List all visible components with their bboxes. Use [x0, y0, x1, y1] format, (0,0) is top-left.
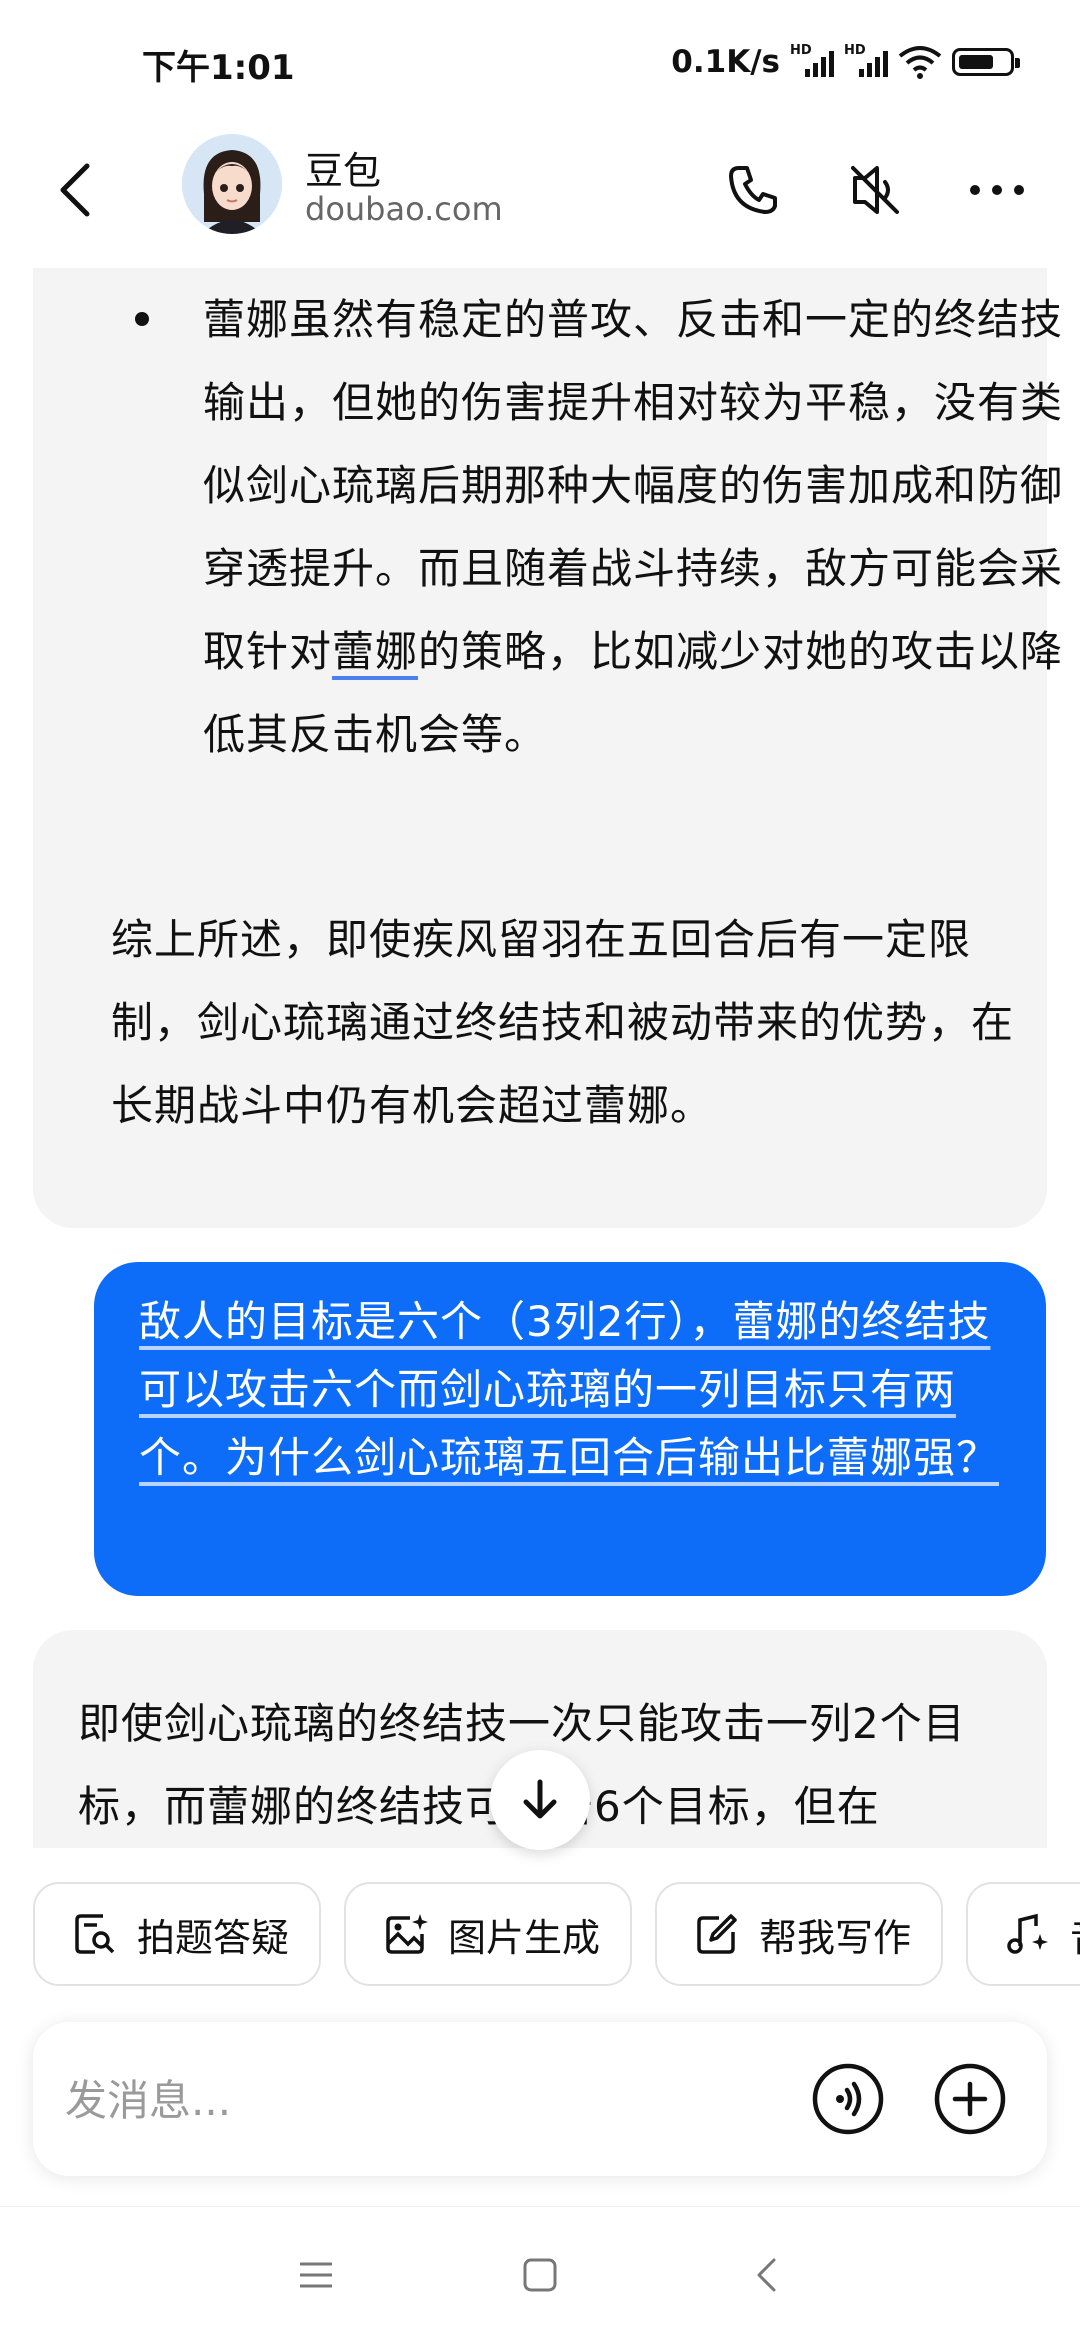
arrow-down-icon	[523, 1779, 557, 1819]
avatar[interactable]	[182, 134, 282, 234]
plus-circle-icon	[934, 2063, 1006, 2135]
phone-icon	[729, 166, 777, 214]
signal-icon: HD	[844, 43, 888, 81]
summary-paragraph: 综上所述，即使疾风留羽在五回合后有一定限制，剑心琉璃通过终结技和被动带来的优势，…	[111, 915, 1015, 1130]
scroll-to-bottom-button[interactable]	[490, 1750, 590, 1850]
chevron-left-icon	[60, 163, 90, 217]
quick-action-writing[interactable]: 帮我写作	[655, 1882, 943, 1986]
wifi-icon	[898, 46, 942, 79]
system-nav-bar	[0, 2206, 1080, 2341]
signal-icon: HD	[790, 43, 834, 81]
edit-note-icon	[693, 1910, 741, 1958]
add-attachment-button[interactable]	[933, 2062, 1007, 2136]
network-speed: 0.1K/s	[671, 44, 780, 80]
ai-message: 蕾娜虽然有稳定的普攻、反击和一定的终结技输出，但她的伤害提升相对较为平稳，没有类…	[33, 268, 1062, 1228]
avatar-icon	[182, 134, 282, 234]
more-button[interactable]	[962, 155, 1032, 225]
chip-label: 帮我写作	[759, 1915, 912, 1960]
call-button[interactable]	[718, 155, 788, 225]
quick-action-image-generate[interactable]: 图片生成	[344, 1882, 632, 1986]
quick-action-photo-question[interactable]: 拍题答疑	[33, 1882, 321, 1986]
entity-link[interactable]: 蕾娜	[332, 627, 418, 676]
mute-button[interactable]	[840, 155, 910, 225]
text-segment: 蕾娜虽然有稳定的普攻、反击和一定的终结技输出，但她的伤害提升相对较为平稳，没有类…	[203, 295, 1064, 676]
voice-wave-icon	[812, 2063, 884, 2135]
chip-label: 图片生成	[448, 1915, 601, 1960]
chip-label: 音	[1070, 1907, 1080, 1962]
quick-action-music[interactable]: 音	[966, 1882, 1080, 1986]
bot-name: 豆包	[305, 149, 382, 193]
back-button[interactable]	[40, 150, 110, 230]
message-composer	[33, 2022, 1047, 2176]
user-message: 敌人的目标是六个（3列2行），蕾娜的终结技可以攻击六个而剑心琉璃的一列目标只有两…	[94, 1262, 1046, 1596]
bullet-icon	[135, 312, 149, 326]
status-bar: 下午1:01 0.1K/s HD HD	[0, 0, 1080, 120]
nav-home-button[interactable]	[510, 2245, 570, 2305]
menu-icon	[300, 2262, 332, 2288]
message-input[interactable]	[63, 2062, 767, 2138]
more-dots-icon	[970, 185, 1024, 195]
voice-call-button[interactable]	[811, 2062, 885, 2136]
status-indicators: 0.1K/s HD HD	[671, 38, 1020, 86]
status-time: 下午1:01	[142, 48, 295, 88]
music-sparkle-icon	[1004, 1910, 1052, 1958]
image-sparkle-icon	[382, 1910, 430, 1958]
quick-actions: 拍题答疑 图片生成 帮我写作 音	[0, 1882, 1080, 1990]
chat-header: 豆包 doubao.com	[0, 120, 1080, 270]
nav-menu-button[interactable]	[286, 2245, 346, 2305]
battery-icon	[952, 48, 1020, 76]
nav-back-button[interactable]	[736, 2245, 796, 2305]
user-message-text[interactable]: 敌人的目标是六个（3列2行），蕾娜的终结技可以攻击六个而剑心琉璃的一列目标只有两…	[139, 1288, 1019, 1492]
chevron-left-icon	[757, 2258, 776, 2292]
chip-label: 拍题答疑	[137, 1915, 290, 1960]
speaker-muted-icon	[851, 166, 899, 214]
list-item-text: 蕾娜虽然有稳定的普攻、反击和一定的终结技输出，但她的伤害提升相对较为平稳，没有类…	[203, 278, 1080, 776]
photo-question-icon	[71, 1910, 119, 1958]
bot-domain: doubao.com	[305, 190, 503, 228]
chat-messages[interactable]: 蕾娜虽然有稳定的普攻、反击和一定的终结技输出，但她的伤害提升相对较为平稳，没有类…	[0, 268, 1080, 1848]
home-square-icon	[523, 2258, 557, 2292]
